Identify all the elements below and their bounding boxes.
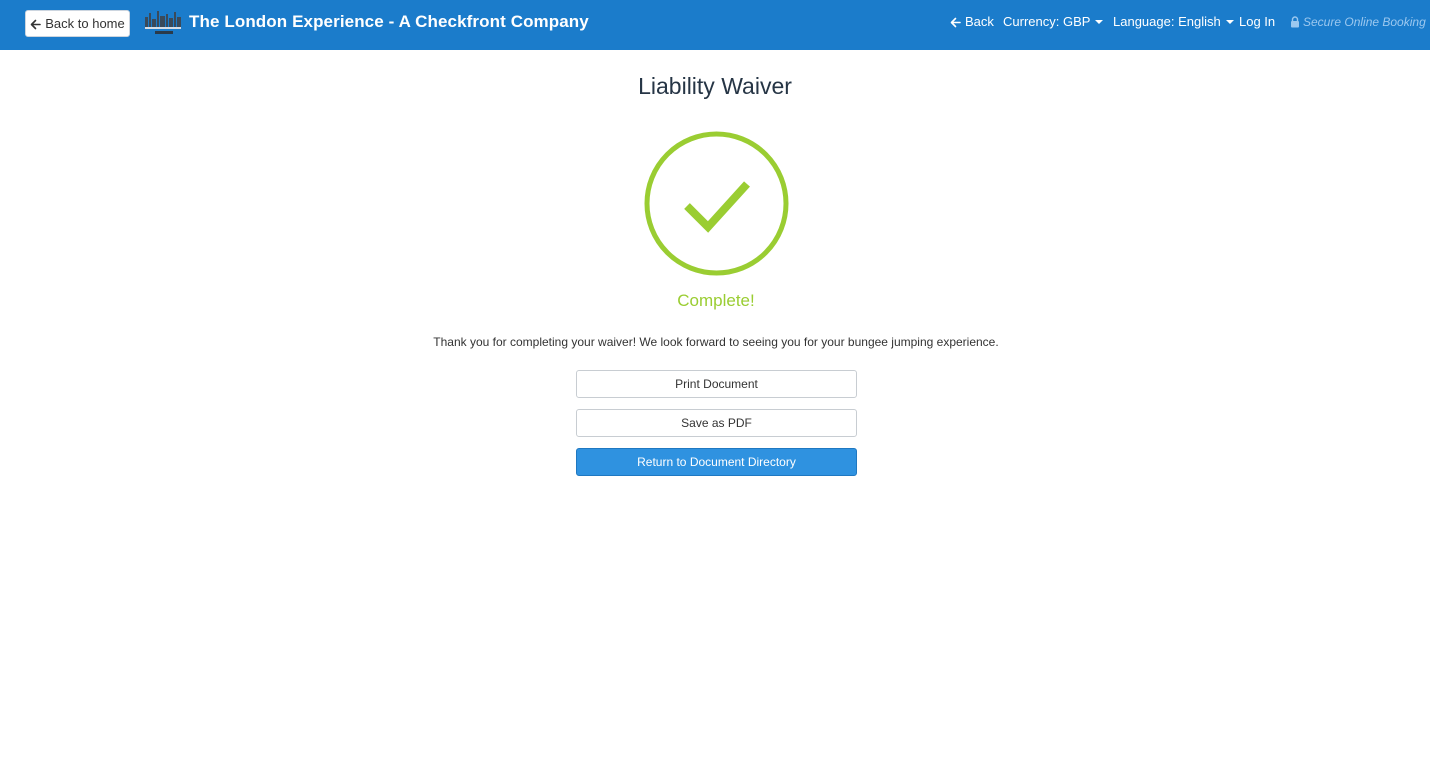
check-circle-icon xyxy=(644,131,789,276)
save-as-pdf-button[interactable]: Save as PDF xyxy=(576,409,857,437)
return-to-directory-button[interactable]: Return to Document Directory xyxy=(576,448,857,476)
language-label: Language: English xyxy=(1113,14,1221,29)
nav-back-label: Back xyxy=(965,14,994,29)
back-to-home-label: Back to home xyxy=(45,16,125,31)
secure-booking-label: Secure Online Booking xyxy=(1303,15,1426,29)
language-dropdown[interactable]: Language: English xyxy=(1113,14,1234,29)
confirmation-message: Thank you for completing your waiver! We… xyxy=(433,335,999,349)
lock-icon xyxy=(1290,16,1300,28)
top-navbar: Back to home The London Experience - A C… xyxy=(0,0,1430,50)
print-document-button[interactable]: Print Document xyxy=(576,370,857,398)
login-link[interactable]: Log In xyxy=(1239,14,1275,29)
caret-down-icon xyxy=(1095,19,1104,24)
arrow-left-icon xyxy=(950,16,961,28)
brand-logo[interactable] xyxy=(143,7,183,37)
status-label: Complete! xyxy=(677,291,755,310)
nav-back-link[interactable]: Back xyxy=(950,14,994,29)
currency-dropdown[interactable]: Currency: GBP xyxy=(1003,14,1104,29)
caret-down-icon xyxy=(1225,19,1234,24)
secure-booking-badge: Secure Online Booking xyxy=(1290,15,1426,29)
login-label: Log In xyxy=(1239,14,1276,29)
back-to-home-button[interactable]: Back to home xyxy=(25,10,130,37)
currency-label: Currency: GBP xyxy=(1003,14,1091,29)
brand-title[interactable]: The London Experience - A Checkfront Com… xyxy=(189,12,589,32)
arrow-left-icon xyxy=(30,18,42,30)
page-title: Liability Waiver xyxy=(638,73,792,99)
